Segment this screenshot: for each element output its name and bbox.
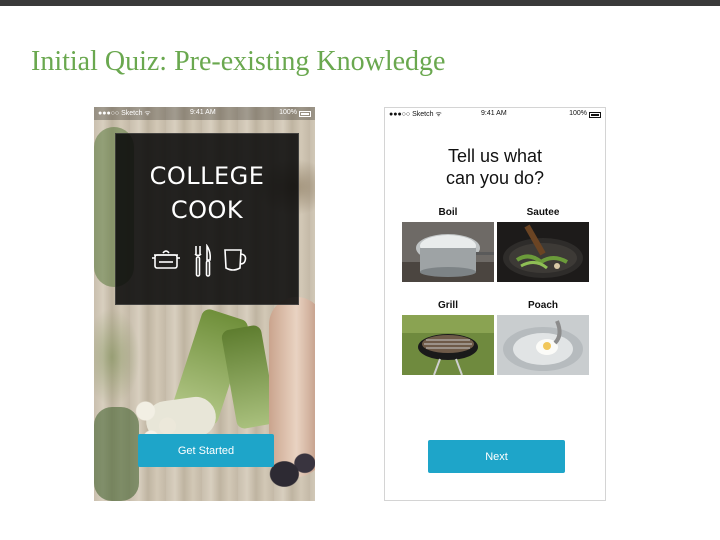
battery-indicator: 100% xyxy=(569,110,601,119)
quiz-heading: Tell us what can you do? xyxy=(385,145,605,189)
splash-screen: ●●●○○ Sketch ᯤ 9:41 AM 100% COLLEGE COOK xyxy=(94,107,315,501)
fork-knife-icon xyxy=(194,244,211,277)
status-bar: ●●●○○ Sketch ᯤ 9:41 AM 100% xyxy=(385,108,605,121)
clock: 9:41 AM xyxy=(481,110,507,117)
mug-icon xyxy=(224,249,247,271)
boiling-pot-photo xyxy=(402,222,494,282)
top-bar xyxy=(0,0,720,6)
get-started-button[interactable]: Get Started xyxy=(138,434,274,467)
slide-title: Initial Quiz: Pre-existing Knowledge xyxy=(31,46,446,77)
logo-title-line2: COOK xyxy=(170,196,244,224)
quiz-screen: ●●●○○ Sketch ᯤ 9:41 AM 100% Tell us what… xyxy=(384,107,606,501)
battery-indicator: 100% xyxy=(279,109,311,118)
clock: 9:41 AM xyxy=(190,109,216,116)
sauteing-pan-photo xyxy=(497,222,589,282)
poached-egg-photo xyxy=(497,315,589,375)
option-label: Grill xyxy=(437,300,458,311)
option-sautee[interactable]: Sautee xyxy=(497,207,589,282)
option-poach[interactable]: Poach xyxy=(497,300,589,375)
next-button[interactable]: Next xyxy=(428,440,565,473)
quiz-heading-line1: Tell us what xyxy=(447,146,543,166)
battery-icon xyxy=(299,111,311,118)
option-boil[interactable]: Boil xyxy=(402,207,494,282)
app-logo: COLLEGE COOK xyxy=(115,133,299,305)
option-label: Sautee xyxy=(526,207,560,218)
option-label: Poach xyxy=(527,300,558,311)
carrier-label: ●●●○○ Sketch ᯤ xyxy=(98,110,151,117)
option-grill[interactable]: Grill xyxy=(402,300,494,375)
option-label: Boil xyxy=(438,207,458,218)
carrier-label: ●●●○○ Sketch ᯤ xyxy=(389,111,442,118)
battery-percent: 100% xyxy=(279,109,297,116)
pot-icon xyxy=(152,250,180,269)
battery-percent: 100% xyxy=(569,110,587,117)
logo-title-line1: COLLEGE xyxy=(149,162,265,190)
battery-icon xyxy=(589,112,601,119)
logo-icons xyxy=(116,244,298,278)
quiz-heading-line2: can you do? xyxy=(445,168,545,188)
charcoal-grill-photo xyxy=(402,315,494,375)
status-bar: ●●●○○ Sketch ᯤ 9:41 AM 100% xyxy=(94,107,315,120)
